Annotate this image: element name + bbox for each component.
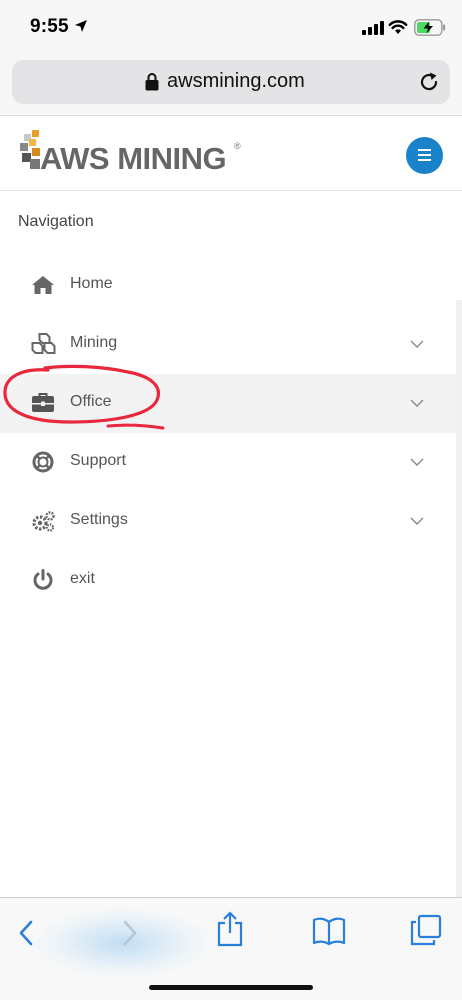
chevron-down-icon [410,340,424,348]
nav-item-label: exit [70,570,95,587]
nav-item-label: Settings [70,511,128,528]
home-icon [32,276,54,294]
nav-item-label: Support [70,452,127,469]
nav-item-exit[interactable]: exit [0,551,456,610]
tabs-icon[interactable] [410,914,442,946]
lock-icon [145,73,159,91]
chevron-down-icon [410,458,424,466]
wifi-icon [388,20,408,34]
navigation-title: Navigation [18,213,94,230]
logo-text[interactable]: AWS MINING [40,141,227,177]
reload-icon[interactable] [418,71,440,93]
browser-address-area: awsmining.com [0,54,462,116]
site-header: AWS MINING ® [0,117,462,191]
hamburger-icon-line [418,149,431,151]
gears-icon [32,511,55,532]
red-circle-annotation [3,364,165,430]
status-time: 9:55 [30,16,69,37]
nav-item-label: Mining [70,334,118,351]
bookmarks-icon[interactable] [312,916,346,946]
cubes-icon [31,333,56,354]
menu-button[interactable] [406,137,443,174]
battery-charging-icon [414,19,446,36]
chevron-down-icon [410,517,424,525]
nav-item-settings[interactable]: Settings [0,492,456,551]
nav-item-support[interactable]: Support [0,433,456,492]
address-bar[interactable]: awsmining.com [12,60,450,104]
nav-item-label: Home [70,275,113,292]
location-arrow-icon [75,20,87,32]
scrollbar[interactable] [456,300,462,900]
power-icon [33,569,53,590]
chevron-down-icon [410,399,424,407]
logo-registered-mark: ® [234,141,241,151]
back-icon[interactable] [18,919,34,947]
share-icon[interactable] [216,911,244,947]
hamburger-icon-line [418,154,431,156]
home-indicator[interactable] [149,985,313,990]
signal-icon [362,21,384,35]
url-text[interactable]: awsmining.com [167,70,305,93]
forward-icon[interactable] [122,919,138,947]
lifebuoy-icon [32,451,54,473]
nav-item-home[interactable]: Home [0,256,456,315]
status-bar: 9:55 [0,0,462,54]
hamburger-icon-line [418,159,431,161]
